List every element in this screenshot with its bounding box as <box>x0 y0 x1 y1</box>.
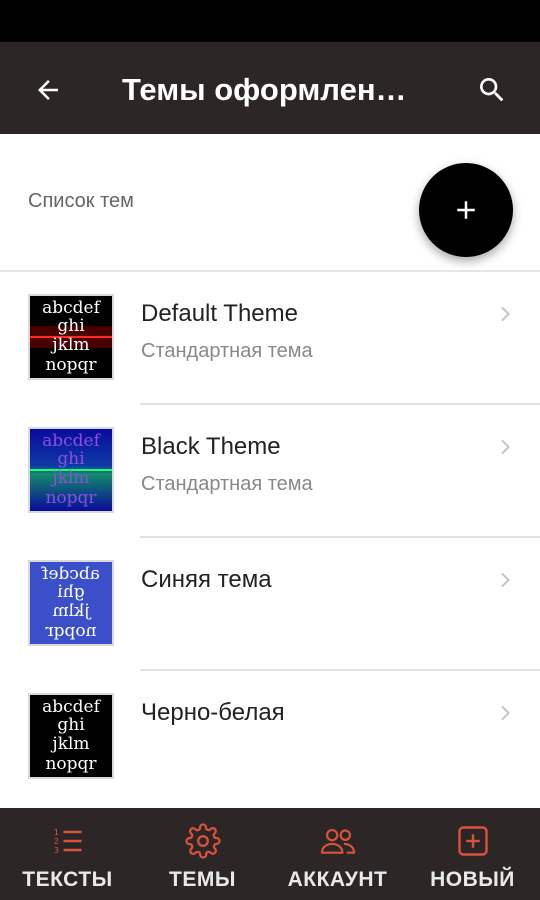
list-item[interactable]: abcdef ghi jklm nopqr Default Theme Стан… <box>0 272 540 405</box>
search-icon[interactable] <box>470 68 514 112</box>
list-item[interactable]: abcdef ghi jklm nopqr Синяя тема <box>0 538 540 671</box>
page-title: Темы оформлен… <box>122 72 407 107</box>
svg-text:abcdef: abcdef <box>40 564 99 584</box>
svg-text:abcdef: abcdef <box>42 431 101 451</box>
nav-label: ТЕМЫ <box>169 868 236 891</box>
nav-label: ТЕКСТЫ <box>22 868 113 891</box>
theme-title: Black Theme <box>141 433 281 460</box>
svg-text:abcdef: abcdef <box>42 298 101 318</box>
svg-text:jklm: jklm <box>50 734 89 754</box>
svg-text:ghi: ghi <box>57 582 85 602</box>
nav-item-texts[interactable]: 1 2 3 ТЕКСТЫ <box>0 808 135 900</box>
nav-label: АККАУНТ <box>287 868 388 891</box>
svg-text:jklm: jklm <box>52 601 91 621</box>
theme-title: Синяя тема <box>141 566 272 593</box>
numbered-list-icon: 1 2 3 <box>49 822 87 860</box>
nav-item-account[interactable]: АККАУНТ <box>270 808 405 900</box>
theme-subtitle: Стандартная тема <box>141 473 313 495</box>
list-item[interactable]: abcdef ghi jklm nopqr Черно-белая <box>0 671 540 804</box>
svg-text:3: 3 <box>53 845 58 855</box>
svg-text:nopqr: nopqr <box>45 754 97 774</box>
people-icon <box>319 822 357 860</box>
theme-title: Default Theme <box>141 300 298 327</box>
nav-item-themes[interactable]: ТЕМЫ <box>135 808 270 900</box>
chevron-right-icon <box>501 705 510 721</box>
chevron-right-icon <box>501 306 510 322</box>
svg-text:nopqr: nopqr <box>45 355 97 375</box>
chevron-right-icon <box>501 572 510 588</box>
theme-preview-image: abcdef ghi jklm nopqr <box>28 294 114 380</box>
chevron-right-icon <box>501 439 510 455</box>
status-bar <box>0 0 540 42</box>
nav-label: НОВЫЙ <box>430 868 515 891</box>
add-box-icon <box>454 822 492 860</box>
svg-text:ghi: ghi <box>57 449 85 469</box>
theme-preview-image: abcdef ghi jklm nopqr <box>28 427 114 513</box>
theme-list: abcdef ghi jklm nopqr Default Theme Стан… <box>0 272 540 804</box>
app-bar: Темы оформлен… <box>0 42 540 134</box>
svg-text:ghi: ghi <box>57 715 85 735</box>
arrow-back-icon[interactable] <box>26 68 70 112</box>
svg-text:jklm: jklm <box>50 335 89 355</box>
svg-text:abcdef: abcdef <box>42 697 101 717</box>
list-item[interactable]: abcdef ghi jklm nopqr Black Theme Станда… <box>0 405 540 538</box>
svg-text:nopqr: nopqr <box>45 488 97 508</box>
theme-preview-image: abcdef ghi jklm nopqr <box>28 560 114 646</box>
theme-subtitle: Стандартная тема <box>141 340 313 362</box>
svg-text:jklm: jklm <box>50 468 89 488</box>
nav-item-new[interactable]: НОВЫЙ <box>405 808 540 900</box>
theme-title: Черно-белая <box>141 699 285 726</box>
section-label: Список тем <box>28 190 134 212</box>
plus-icon <box>457 201 475 219</box>
svg-text:nopqr: nopqr <box>45 621 97 641</box>
add-theme-button[interactable] <box>419 163 513 257</box>
gear-icon <box>184 822 222 860</box>
bottom-navigation: 1 2 3 ТЕКСТЫ ТЕМЫ АККАУНТ НОВЫЙ <box>0 808 540 900</box>
theme-preview-image: abcdef ghi jklm nopqr <box>28 693 114 779</box>
svg-text:ghi: ghi <box>57 316 85 336</box>
